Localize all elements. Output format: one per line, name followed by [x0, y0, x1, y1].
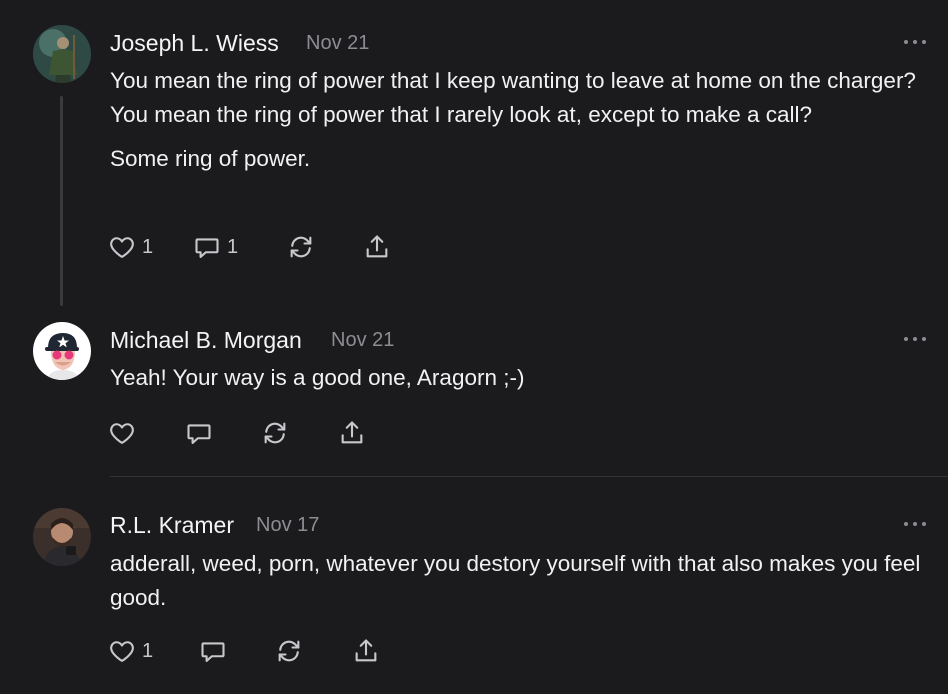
more-icon[interactable]: [904, 335, 926, 343]
heart-icon: [110, 641, 134, 662]
comment-icon: [201, 642, 225, 662]
author-name[interactable]: Michael B. Morgan: [110, 327, 302, 354]
share-button[interactable]: [338, 418, 366, 448]
author-name[interactable]: R.L. Kramer: [110, 512, 234, 539]
comment-paragraph: Some ring of power.: [110, 146, 311, 171]
author-name[interactable]: Joseph L. Wiess: [110, 30, 279, 57]
share-icon: [355, 639, 377, 662]
restack-icon: [278, 640, 300, 662]
comment-paragraph: adderall, weed, porn, whatever you desto…: [110, 551, 921, 610]
comment-date[interactable]: Nov 21: [331, 329, 394, 352]
restack-icon: [264, 422, 286, 444]
comment-body: Yeah! Your way is a good one, Aragorn ;-…: [110, 361, 930, 395]
comment-body: adderall, weed, porn, whatever you desto…: [110, 547, 930, 614]
reply-button[interactable]: [199, 636, 233, 666]
heart-icon: [110, 237, 134, 258]
more-icon[interactable]: [904, 520, 926, 528]
avatar[interactable]: [33, 322, 91, 380]
comment-icon: [195, 238, 219, 258]
restack-button[interactable]: [261, 418, 289, 448]
comment-body: You mean the ring of power that I keep w…: [110, 64, 930, 176]
like-button[interactable]: 1: [108, 232, 153, 262]
reply-button[interactable]: [185, 418, 219, 448]
avatar[interactable]: [33, 508, 91, 566]
like-button[interactable]: 1: [108, 636, 153, 666]
restack-button[interactable]: [287, 232, 315, 262]
share-icon: [341, 421, 363, 444]
reply-button[interactable]: 1: [193, 232, 238, 262]
like-button[interactable]: [108, 418, 142, 448]
comment-paragraph: Yeah! Your way is a good one, Aragorn ;-…: [110, 365, 525, 390]
avatar[interactable]: [33, 25, 91, 83]
thread-line: [60, 96, 63, 306]
restack-icon: [290, 236, 312, 258]
like-count: 1: [142, 639, 154, 662]
share-icon: [366, 235, 388, 258]
more-icon[interactable]: [904, 38, 926, 46]
comment-date[interactable]: Nov 21: [306, 32, 369, 55]
comment-icon: [187, 424, 211, 444]
share-button[interactable]: [363, 232, 391, 262]
like-count: 1: [142, 235, 154, 258]
comment-paragraph: You mean the ring of power that I keep w…: [110, 68, 916, 127]
restack-button[interactable]: [275, 636, 303, 666]
comment-divider: [110, 476, 948, 477]
heart-icon: [110, 423, 134, 444]
reply-count: 1: [227, 235, 239, 258]
share-button[interactable]: [352, 636, 380, 666]
comment-date[interactable]: Nov 17: [256, 514, 319, 537]
